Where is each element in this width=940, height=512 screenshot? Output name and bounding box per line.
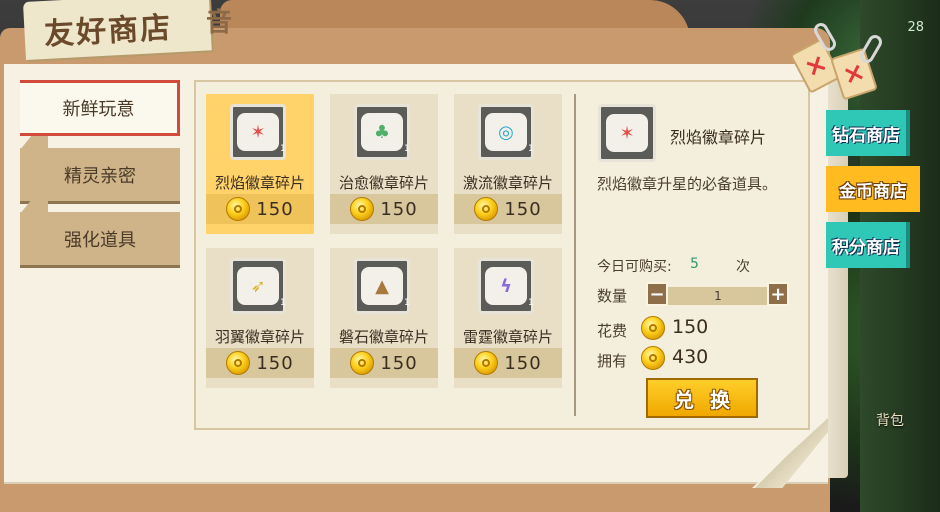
- detail-item-description: 烈焰徽章升星的必备道具。: [597, 175, 778, 193]
- item-count: 1: [528, 144, 534, 154]
- item-card[interactable]: ◎ 1 激流徽章碎片 150: [454, 94, 562, 234]
- owned-value: 430: [672, 346, 709, 368]
- exchange-button[interactable]: 兑换: [646, 378, 758, 418]
- store-tab-points[interactable]: 积分商店: [826, 222, 910, 268]
- gold-coin-icon: [350, 351, 375, 375]
- panel-divider: [574, 94, 576, 416]
- item-count: 1: [280, 144, 286, 154]
- owned-label: 拥有: [597, 352, 628, 370]
- item-count: 1: [404, 144, 410, 154]
- cost-value: 150: [672, 316, 709, 338]
- store-tab-label: 积分商店: [832, 237, 900, 258]
- item-icon-frame: ϟ: [478, 258, 534, 314]
- item-card[interactable]: ➶ 1 羽翼徽章碎片 150: [206, 248, 314, 388]
- item-icon-frame: ♣: [354, 104, 410, 160]
- title-ghost-text: 音: [206, 8, 233, 38]
- heal-badge-shard-icon: ♣: [361, 113, 403, 151]
- store-tab-gold[interactable]: 金币商店: [826, 166, 920, 212]
- gold-coin-icon: [641, 346, 665, 370]
- torrent-badge-shard-icon: ◎: [485, 113, 527, 151]
- gold-coin-icon: [474, 351, 499, 375]
- category-tab-new[interactable]: 新鲜玩意: [20, 80, 180, 136]
- quantity-increase-button[interactable]: +: [767, 282, 789, 306]
- category-tab-label: 新鲜玩意: [62, 99, 135, 120]
- page-title: 友好商店: [43, 10, 174, 53]
- item-icon-frame: ▲: [354, 258, 410, 314]
- item-price: 150: [256, 198, 294, 220]
- item-card[interactable]: ▲ 1 磐石徽章碎片 150: [330, 248, 438, 388]
- close-icon: ×: [799, 47, 833, 85]
- gold-coin-icon: [226, 197, 251, 221]
- category-tab-affinity[interactable]: 精灵亲密: [20, 148, 180, 204]
- item-price: 150: [380, 352, 418, 374]
- item-price: 150: [504, 352, 542, 374]
- gold-coin-icon: [474, 197, 499, 221]
- item-card[interactable]: ✶ 1 烈焰徽章碎片 150: [206, 94, 314, 234]
- item-count: 1: [528, 298, 534, 308]
- item-icon-frame: ◎: [478, 104, 534, 160]
- item-price: 150: [504, 198, 542, 220]
- wing-badge-shard-icon: ➶: [237, 267, 279, 305]
- item-name: 磐石徽章碎片: [338, 328, 429, 346]
- quantity-label: 数量: [597, 287, 628, 305]
- category-tab-label: 精灵亲密: [64, 165, 136, 187]
- item-icon-frame: ✶: [230, 104, 286, 160]
- item-name: 烈焰徽章碎片: [214, 174, 305, 192]
- store-tab-label: 金币商店: [839, 181, 907, 202]
- item-price-bar: 150: [454, 348, 562, 378]
- detail-item-icon: ✶: [598, 104, 656, 162]
- item-name: 激流徽章碎片: [462, 174, 553, 192]
- daily-limit-value: 5: [690, 256, 699, 272]
- item-card[interactable]: ϟ 1 雷霆徽章碎片 150: [454, 248, 562, 388]
- quantity-decrease-button[interactable]: −: [646, 282, 668, 306]
- item-name: 雷霆徽章碎片: [462, 328, 553, 346]
- item-icon-frame: ➶: [230, 258, 286, 314]
- gold-coin-icon: [226, 351, 251, 375]
- background-level-label: 28: [907, 20, 924, 35]
- item-price: 150: [380, 198, 418, 220]
- item-price: 150: [256, 352, 294, 374]
- detail-item-name: 烈焰徽章碎片: [670, 128, 767, 147]
- item-price-bar: 150: [330, 348, 438, 378]
- gold-coin-icon: [350, 197, 375, 221]
- item-name: 治愈徽章碎片: [338, 174, 429, 192]
- gold-coin-icon: [641, 316, 665, 340]
- rock-badge-shard-icon: ▲: [361, 267, 403, 305]
- item-price-bar: 150: [206, 348, 314, 378]
- fire-badge-shard-icon: ✶: [606, 114, 648, 152]
- thunder-badge-shard-icon: ϟ: [485, 267, 527, 305]
- daily-limit-label: 今日可购买:: [597, 259, 672, 275]
- item-count: 1: [280, 298, 286, 308]
- item-price-bar: 150: [330, 194, 438, 224]
- item-name: 羽翼徽章碎片: [214, 328, 305, 346]
- item-count: 1: [404, 298, 410, 308]
- category-tab-enhance[interactable]: 强化道具: [20, 212, 180, 268]
- daily-limit-unit: 次: [736, 259, 750, 275]
- item-price-bar: 150: [206, 194, 314, 224]
- store-tab-diamond[interactable]: 钻石商店: [826, 110, 910, 156]
- item-price-bar: 150: [454, 194, 562, 224]
- fire-badge-shard-icon: ✶: [237, 113, 279, 151]
- background-bag-label: 背包: [876, 413, 904, 429]
- item-card[interactable]: ♣ 1 治愈徽章碎片 150: [330, 94, 438, 234]
- store-tab-label: 钻石商店: [832, 125, 900, 146]
- category-tab-label: 强化道具: [64, 229, 136, 251]
- cost-label: 花费: [597, 322, 628, 340]
- exchange-button-label: 兑换: [674, 387, 746, 412]
- quantity-value[interactable]: 1: [668, 287, 768, 305]
